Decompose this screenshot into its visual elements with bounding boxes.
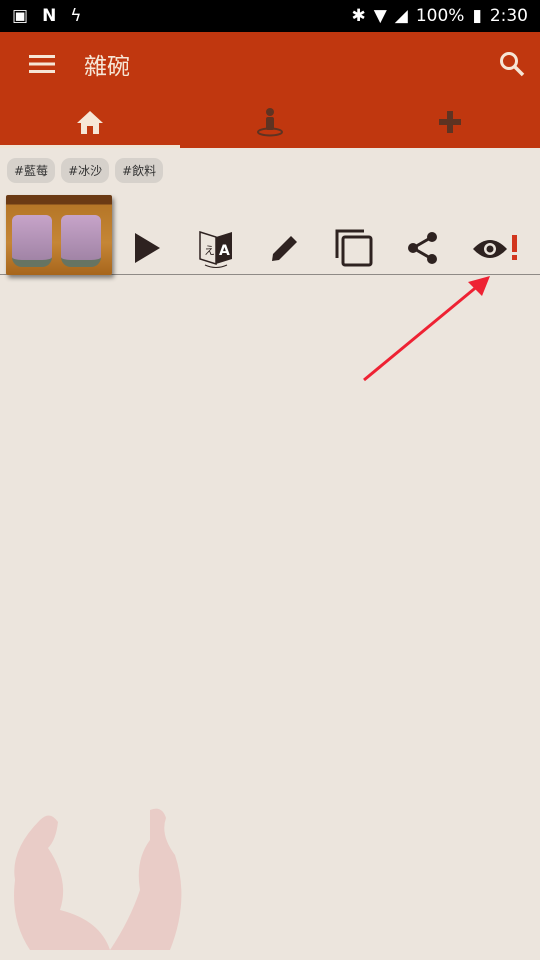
copy-icon <box>335 229 372 266</box>
play-button[interactable] <box>127 228 167 268</box>
svg-text:A: A <box>219 243 230 259</box>
svg-text:え: え <box>204 244 215 257</box>
status-bar: ▣ N ϟ ✱ ▼ ◢ 100% ▮ 2:30 <box>0 0 540 32</box>
copy-button[interactable] <box>334 228 374 268</box>
page-title: 雜碗 <box>84 54 130 80</box>
tab-add[interactable] <box>360 96 540 148</box>
tab-indicator <box>0 145 180 148</box>
wifi-icon: ▼ <box>373 6 387 26</box>
app-bar: 雜碗 <box>0 32 540 96</box>
flash-icon: ϟ <box>70 6 82 26</box>
battery-percent: 100% <box>415 6 465 26</box>
share-icon <box>407 231 437 264</box>
play-icon <box>134 232 160 263</box>
hamburger-icon <box>29 55 55 73</box>
tag-chip[interactable]: #飲料 <box>115 158 164 183</box>
edit-button[interactable] <box>265 228 305 268</box>
search-icon <box>500 52 525 77</box>
clock: 2:30 <box>489 6 528 26</box>
watermark-figures <box>14 808 182 950</box>
pencil-icon <box>271 235 297 261</box>
tab-person-pin[interactable] <box>180 96 360 148</box>
translate-icon: えA <box>198 230 232 268</box>
home-icon <box>77 111 103 134</box>
menu-button[interactable] <box>0 54 84 74</box>
search-button[interactable] <box>484 51 540 77</box>
n-icon: N <box>42 6 57 26</box>
tag-chip[interactable]: #冰沙 <box>61 158 110 183</box>
tab-bar <box>0 96 540 148</box>
recipe-thumbnail[interactable] <box>6 194 112 275</box>
bluetooth-icon: ✱ <box>351 6 366 26</box>
visibility-button[interactable] <box>472 228 526 268</box>
eye-alert-icon <box>472 234 517 260</box>
tag-list: #藍莓 #冰沙 #飲料 <box>0 148 540 183</box>
person-pin-icon <box>257 108 283 137</box>
recipe-item: えA <box>0 194 540 275</box>
share-button[interactable] <box>403 228 443 268</box>
battery-icon: ▮ <box>472 6 482 26</box>
translate-button[interactable]: えA <box>196 228 236 268</box>
plus-icon <box>439 111 461 133</box>
signal-icon: ◢ <box>394 6 408 26</box>
gallery-icon: ▣ <box>12 6 29 26</box>
tab-home[interactable] <box>0 96 180 148</box>
annotation-arrow <box>363 276 490 382</box>
tag-chip[interactable]: #藍莓 <box>7 158 56 183</box>
